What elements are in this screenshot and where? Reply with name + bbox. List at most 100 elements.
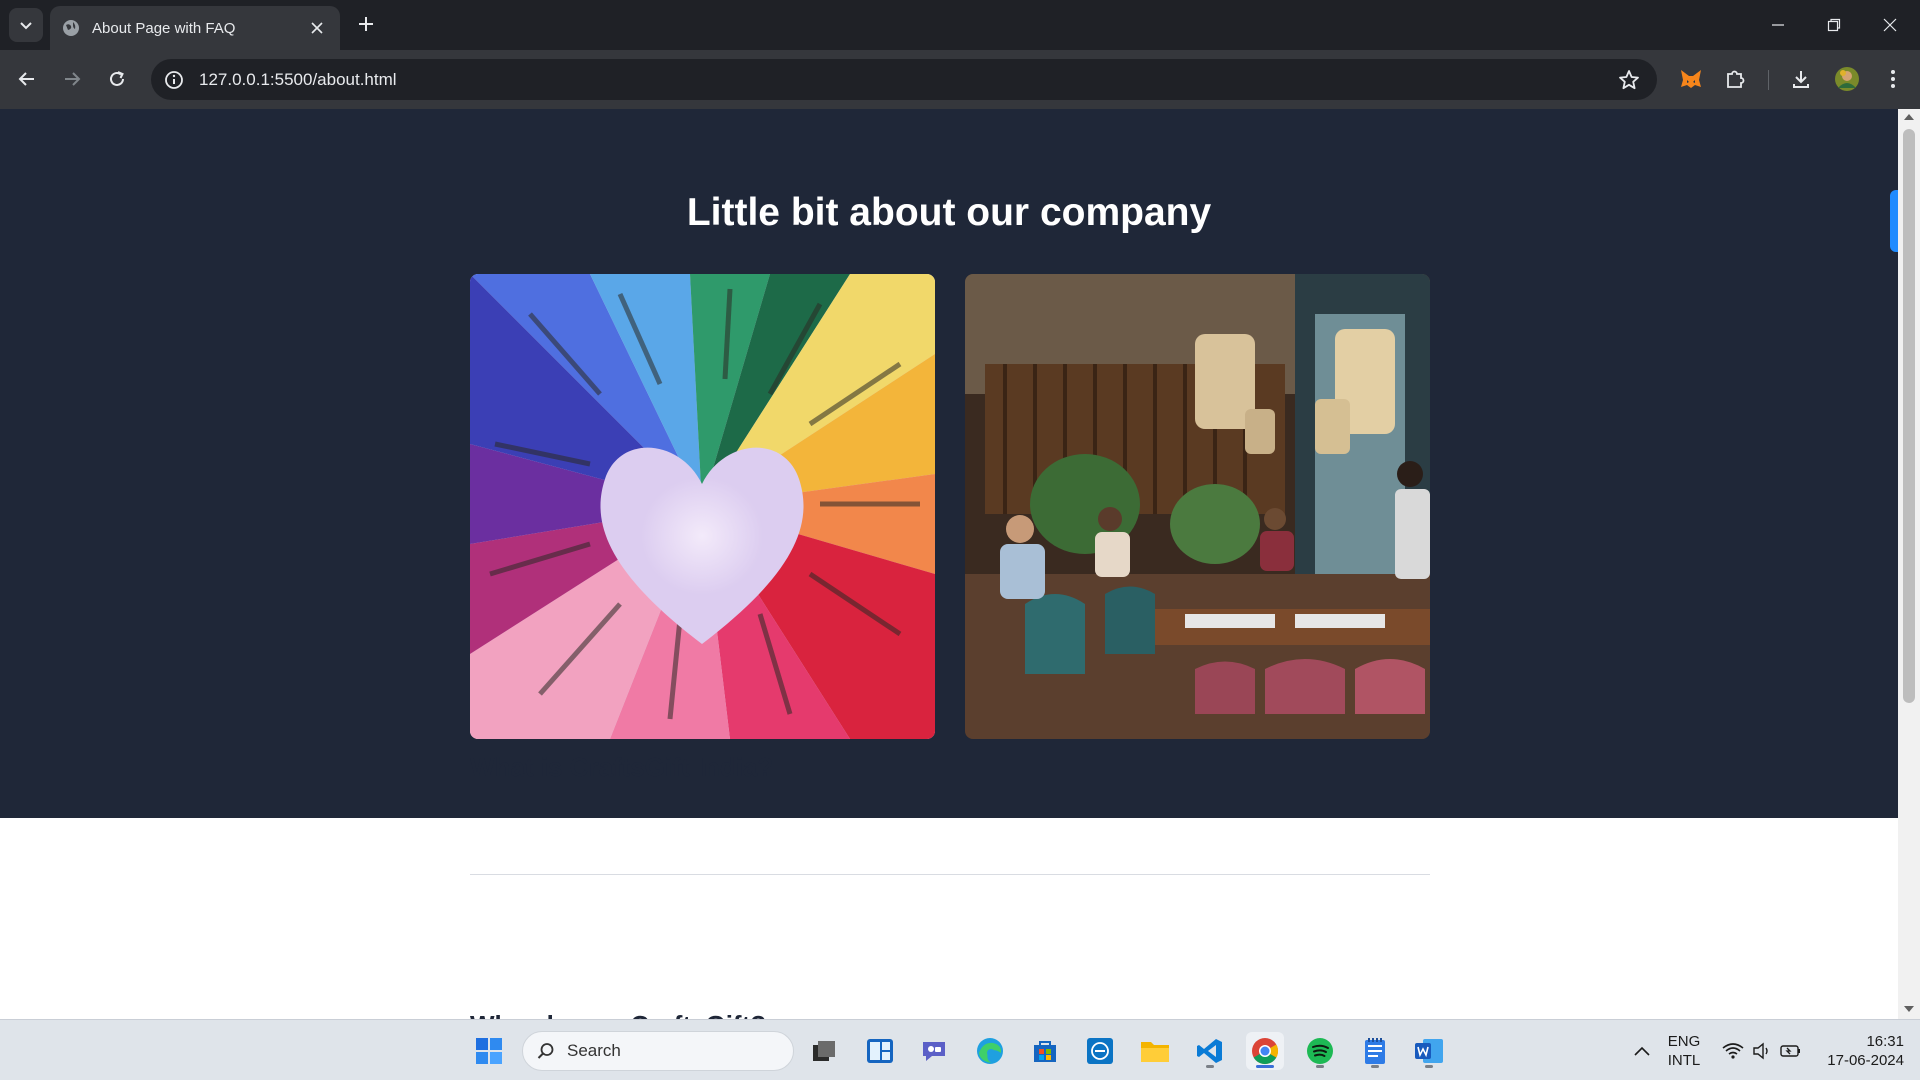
plus-icon [359, 17, 373, 31]
arrow-left-icon [18, 72, 34, 86]
dell-button[interactable] [1081, 1032, 1119, 1070]
url-text[interactable]: 127.0.0.1:5500/about.html [199, 70, 397, 90]
new-tab-button[interactable] [352, 10, 380, 38]
thread-heart-photo [470, 274, 935, 739]
chevron-down-icon [20, 22, 32, 30]
search-label: Search [567, 1041, 621, 1060]
more-vertical-icon [1891, 70, 1895, 88]
minimize-button[interactable] [1750, 0, 1806, 50]
restore-icon [1827, 18, 1841, 32]
clock-time: 16:31 [1866, 1033, 1904, 1050]
faq-item[interactable]: Why choose CraftsGift? [470, 1010, 1430, 1019]
keyboard-layout: INTL [1667, 1052, 1701, 1069]
browser-toolbar: 127.0.0.1:5500/about.html [0, 50, 1920, 109]
extensions-button[interactable] [1720, 64, 1750, 94]
battery-icon [1780, 1045, 1800, 1057]
dell-icon [1087, 1038, 1113, 1064]
taskbar-search[interactable]: Search [522, 1031, 794, 1071]
fox-icon [1681, 70, 1701, 88]
start-button[interactable] [470, 1032, 508, 1070]
puzzle-icon [1727, 70, 1745, 88]
quick-settings-button[interactable] [1715, 1032, 1809, 1070]
scroll-thumb[interactable] [1903, 129, 1915, 703]
running-indicator [1316, 1065, 1324, 1068]
globe-icon [63, 20, 79, 36]
tab-about-page[interactable]: About Page with FAQ [50, 6, 340, 50]
active-indicator [1256, 1065, 1274, 1068]
faq-divider [470, 874, 1430, 875]
input-language-indicator[interactable]: ENG INTL [1662, 1032, 1706, 1070]
profile-button[interactable] [1832, 64, 1862, 94]
forward-button[interactable] [55, 62, 89, 96]
back-button[interactable] [10, 62, 44, 96]
edge-button[interactable] [971, 1032, 1009, 1070]
chat-button[interactable] [915, 1032, 953, 1070]
taskbar-clock[interactable]: 16:31 17-06-2024 [1827, 1032, 1904, 1070]
scroll-up-button[interactable] [1902, 111, 1916, 123]
arrow-right-icon [65, 72, 81, 86]
show-hidden-icons-button[interactable] [1622, 1032, 1662, 1070]
running-indicator [1206, 1065, 1214, 1068]
store-button[interactable] [1026, 1032, 1064, 1070]
wifi-icon [1722, 1043, 1744, 1059]
restaurant-interior-photo [965, 274, 1430, 739]
search-icon [537, 1043, 554, 1059]
volume-icon [1753, 1042, 1768, 1060]
chrome-menu-button[interactable] [1878, 64, 1908, 94]
triangle-up-icon [1904, 114, 1914, 120]
faq-question[interactable]: Why choose CraftsGift? [470, 1010, 1430, 1019]
task-view-icon [813, 1041, 835, 1061]
vscode-button[interactable] [1191, 1032, 1229, 1070]
reload-icon [110, 71, 124, 86]
tab-title: About Page with FAQ [92, 19, 236, 37]
scroll-down-button[interactable] [1902, 1003, 1916, 1015]
download-icon [1793, 71, 1809, 88]
restore-button[interactable] [1806, 0, 1862, 50]
tab-search-button[interactable] [9, 8, 43, 42]
browser-tab-strip: About Page with FAQ [0, 0, 1920, 50]
star-icon [1619, 70, 1639, 90]
chevron-up-icon [1634, 1046, 1650, 1056]
page-heading: Little bit about our company [686, 191, 1212, 234]
spotify-icon [1307, 1038, 1333, 1064]
metamask-extension[interactable] [1676, 64, 1706, 94]
word-button[interactable] [1410, 1032, 1448, 1070]
vscode-icon [1197, 1039, 1222, 1063]
triangle-down-icon [1904, 1006, 1914, 1012]
page-viewport: Little bit about our company What is Cra… [0, 109, 1898, 1019]
word-icon [1415, 1039, 1443, 1063]
close-window-button[interactable] [1862, 0, 1918, 50]
site-info-button[interactable] [163, 69, 185, 91]
notepad-icon [1365, 1038, 1385, 1064]
page-scrollbar[interactable] [1898, 109, 1920, 1019]
minimize-icon [1772, 24, 1784, 26]
address-bar[interactable]: 127.0.0.1:5500/about.html [151, 59, 1657, 100]
bookmark-button[interactable] [1617, 68, 1641, 92]
widgets-button[interactable] [861, 1032, 899, 1070]
running-indicator [1425, 1065, 1433, 1068]
task-view-button[interactable] [805, 1032, 843, 1070]
file-explorer-button[interactable] [1136, 1032, 1174, 1070]
close-icon [311, 22, 323, 34]
tab-close-button[interactable] [306, 17, 328, 39]
about-hero-section: Little bit about our company [0, 109, 1898, 818]
edge-icon [977, 1038, 1003, 1064]
notepad-button[interactable] [1356, 1032, 1394, 1070]
widgets-icon [867, 1039, 893, 1063]
info-icon [165, 70, 183, 89]
chrome-button[interactable] [1246, 1032, 1284, 1070]
running-indicator [1371, 1065, 1379, 1068]
windows-logo-icon [476, 1038, 502, 1064]
language-code: ENG [1667, 1033, 1701, 1050]
faq-item[interactable]: What is CraftsGift India? [470, 752, 1430, 783]
spotify-button[interactable] [1301, 1032, 1339, 1070]
toolbar-divider [1768, 70, 1769, 90]
windows-taskbar: Search ENG INTL 16:31 17-06-2024 [0, 1019, 1920, 1080]
store-icon [1034, 1041, 1056, 1062]
reload-button[interactable] [100, 62, 134, 96]
folder-icon [1141, 1042, 1169, 1062]
faq-question[interactable]: What is CraftsGift India? [470, 752, 1430, 783]
downloads-button[interactable] [1786, 64, 1816, 94]
clock-date: 17-06-2024 [1827, 1052, 1904, 1069]
avatar-icon [1835, 67, 1859, 91]
